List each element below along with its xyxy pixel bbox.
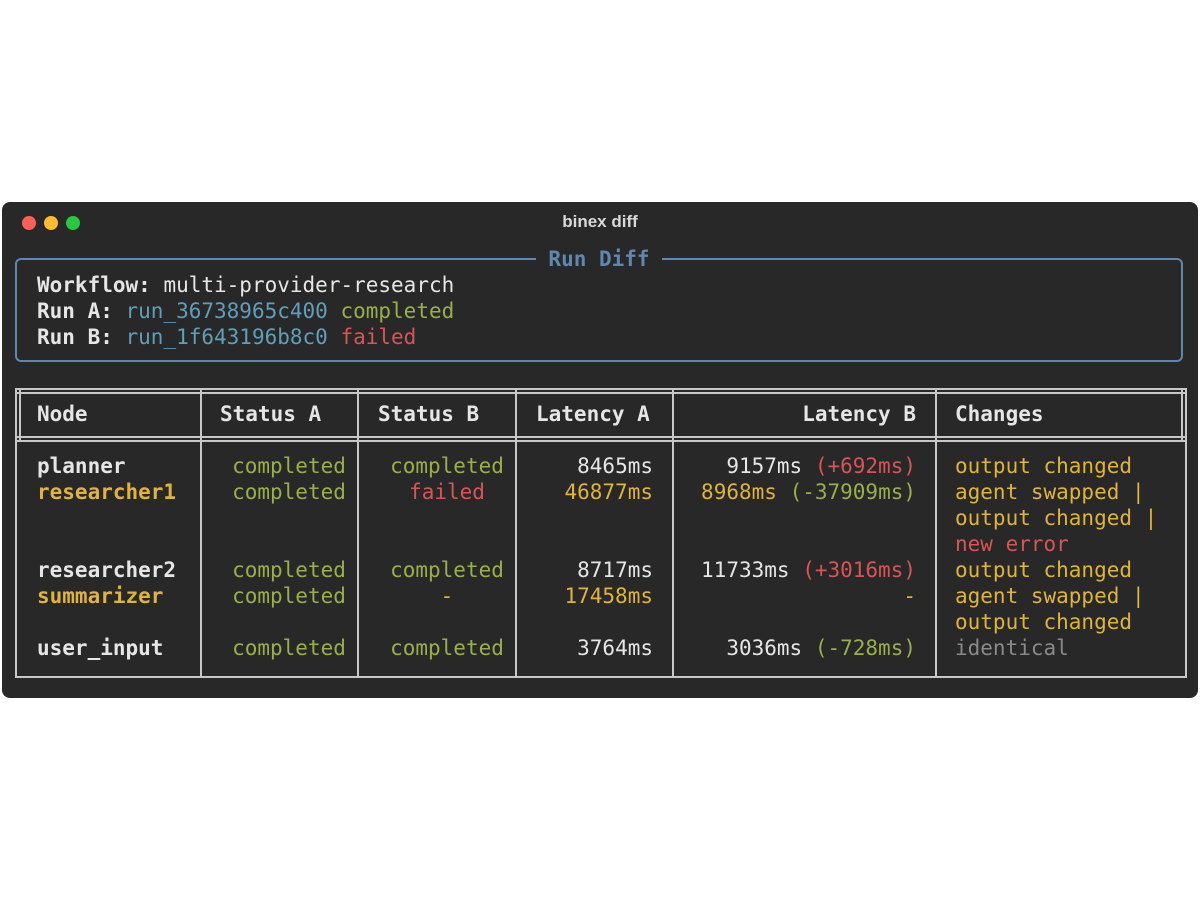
workflow-label: Workflow:: [37, 273, 151, 297]
status-a: completed: [232, 636, 346, 660]
run-b-label: Run B:: [37, 325, 113, 349]
latency-b-value: 3036ms: [726, 636, 803, 660]
latency-b: 11733ms (+3016ms): [675, 557, 916, 583]
latency-a: 46877ms: [564, 480, 653, 504]
status-a: completed: [232, 584, 346, 608]
header-latency-b[interactable]: Latency B: [695, 401, 916, 427]
change-item: agent swapped |: [955, 480, 1145, 504]
latency-b: 3036ms (-728ms): [675, 635, 916, 661]
latency-b-value: -: [903, 584, 916, 608]
col-divider-4: [672, 388, 674, 678]
run-b-id: run_1f643196b8c0: [125, 325, 328, 349]
col-divider-1: [200, 388, 202, 678]
change-item: new error: [955, 532, 1069, 556]
latency-b-value: 9157ms: [726, 454, 803, 478]
latency-b-value: 11733ms: [701, 558, 790, 582]
status-b: -: [440, 584, 454, 608]
run-b-status: failed: [340, 325, 417, 349]
table-border-right-inner: [1181, 388, 1183, 442]
run-a-label: Run A:: [37, 299, 113, 323]
run-a-status: completed: [340, 299, 455, 323]
status-b: completed: [390, 558, 504, 582]
table-border-bottom: [15, 676, 1187, 678]
header-status-a[interactable]: Status A: [220, 401, 321, 427]
status-b: completed: [390, 454, 504, 478]
latency-delta: (+692ms): [814, 454, 916, 478]
latency-a: 17458ms: [564, 584, 653, 608]
node-name: user_input: [37, 636, 164, 660]
latency-delta: (-728ms): [814, 636, 916, 660]
node-name: researcher1: [37, 480, 177, 504]
diff-table: Node Status A Status B Latency A Latency…: [15, 388, 1187, 678]
node-name: planner: [37, 454, 126, 478]
latency-a: 8465ms: [577, 454, 653, 478]
status-b: completed: [390, 636, 504, 660]
change-item: output changed: [955, 454, 1133, 478]
table-header-border-bottom-inner: [15, 440, 1187, 442]
table-border-left-inner: [19, 388, 21, 442]
panel-title: Run Diff: [536, 247, 662, 271]
table-border-right: [1185, 388, 1187, 678]
change-item: output changed |: [955, 506, 1158, 530]
table-header-border-bottom: [15, 436, 1187, 438]
latency-b: 9157ms (+692ms): [675, 453, 916, 479]
col-divider-5: [935, 388, 937, 678]
panel-body: Workflow: multi-provider-research Run A: …: [37, 272, 454, 350]
status-b: failed: [409, 480, 485, 504]
table-border-left: [15, 388, 17, 678]
status-a: completed: [232, 454, 346, 478]
title-bar: binex diff: [2, 202, 1198, 246]
latency-b: 8968ms (-37909ms): [675, 479, 916, 505]
run-b-line: Run B: run_1f643196b8c0 failed: [37, 324, 454, 350]
change-item: output changed: [955, 610, 1133, 634]
latency-delta: (-37909ms): [789, 480, 916, 504]
node-name: researcher2: [37, 558, 177, 582]
change-item: output changed: [955, 558, 1133, 582]
workflow-line: Workflow: multi-provider-research: [37, 272, 454, 298]
latency-b: -: [675, 583, 916, 609]
status-a: completed: [232, 558, 346, 582]
latency-delta: (+3016ms): [802, 558, 916, 582]
table-border-top-inner: [15, 392, 1187, 394]
status-a: completed: [232, 480, 346, 504]
change-item: identical: [955, 636, 1069, 660]
panel-title-wrap: Run Diff: [17, 245, 1181, 273]
run-diff-panel: Run Diff Workflow: multi-provider-resear…: [15, 247, 1183, 362]
run-a-line: Run A: run_36738965c400 completed: [37, 298, 454, 324]
header-node[interactable]: Node: [37, 401, 88, 427]
window-title: binex diff: [562, 212, 638, 231]
latency-b-value: 8968ms: [701, 480, 777, 504]
workflow-value: multi-provider-research: [163, 273, 455, 297]
header-changes[interactable]: Changes: [955, 401, 1044, 427]
table-border-top: [15, 388, 1187, 390]
header-status-b[interactable]: Status B: [378, 401, 479, 427]
change-item: agent swapped |: [955, 584, 1145, 608]
header-latency-a[interactable]: Latency A: [536, 401, 650, 427]
run-a-id: run_36738965c400: [125, 299, 328, 323]
terminal-window: binex diff Run Diff Workflow: multi-prov…: [2, 202, 1198, 698]
latency-a: 8717ms: [577, 558, 653, 582]
node-name: summarizer: [37, 584, 164, 608]
latency-a: 3764ms: [577, 636, 653, 660]
